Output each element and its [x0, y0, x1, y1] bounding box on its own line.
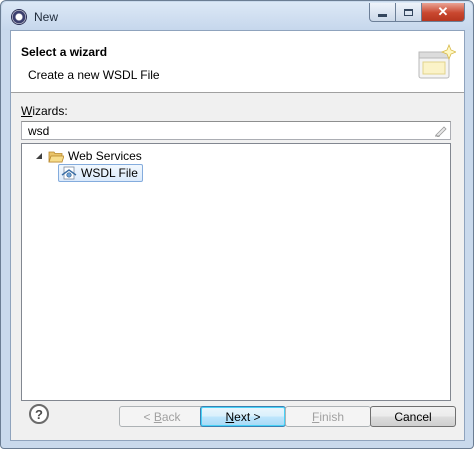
next-mnemonic: N: [225, 409, 235, 424]
finish-mnemonic: F: [311, 409, 320, 424]
wizards-label: Wizards:: [21, 104, 68, 118]
tree-item-label: WSDL File: [81, 166, 138, 180]
next-label: ext >: [234, 409, 261, 424]
help-button[interactable]: ?: [29, 404, 49, 424]
cancel-button[interactable]: Cancel: [370, 406, 456, 427]
wizards-label-text: izards:: [32, 104, 68, 118]
wizard-tree[interactable]: Web Services WSDL File: [21, 143, 451, 401]
next-button[interactable]: Next >: [200, 406, 286, 427]
minimize-button[interactable]: [369, 3, 396, 22]
back-prefix: <: [143, 409, 154, 424]
tree-item-label: Web Services: [68, 149, 142, 163]
close-icon: ✕: [437, 4, 449, 19]
minimize-icon: [378, 13, 387, 17]
finish-label: inish: [319, 409, 345, 424]
eclipse-app-icon: [11, 9, 27, 25]
back-mnemonic: B: [153, 409, 162, 424]
maximize-icon: [404, 8, 413, 16]
wizard-banner-icon: [418, 43, 456, 79]
window-controls: ✕: [369, 3, 465, 22]
cancel-label: Cancel: [394, 409, 432, 424]
dialog-body: Select a wizard Create a new WSDL File W…: [10, 30, 465, 441]
folder-open-icon: [48, 151, 64, 162]
back-button[interactable]: < Back: [119, 406, 205, 427]
page-title: Select a wizard: [21, 45, 108, 59]
wizards-label-mnemonic: W: [21, 104, 33, 118]
expanded-triangle-icon[interactable]: [34, 151, 44, 161]
tree-item-wsdl-file[interactable]: WSDL File: [58, 164, 143, 182]
maximize-button[interactable]: [396, 3, 422, 22]
help-icon: ?: [35, 406, 43, 422]
back-label: ack: [161, 409, 181, 424]
title-bar[interactable]: New ✕: [2, 2, 472, 30]
filter-text: wsd: [28, 124, 50, 138]
finish-button[interactable]: Finish: [285, 406, 371, 427]
page-description: Create a new WSDL File: [28, 68, 160, 82]
wsdl-file-icon: [61, 166, 77, 180]
new-wizard-window: New ✕ Select a wizard Create a new WSDL …: [0, 0, 474, 449]
wizard-banner: Select a wizard Create a new WSDL File: [11, 31, 464, 93]
close-button[interactable]: ✕: [422, 3, 465, 22]
clear-filter-icon[interactable]: [434, 124, 447, 137]
window-title: New: [34, 10, 59, 24]
wizard-filter-input[interactable]: wsd: [21, 121, 451, 140]
tree-item-web-services[interactable]: Web Services: [34, 148, 142, 164]
